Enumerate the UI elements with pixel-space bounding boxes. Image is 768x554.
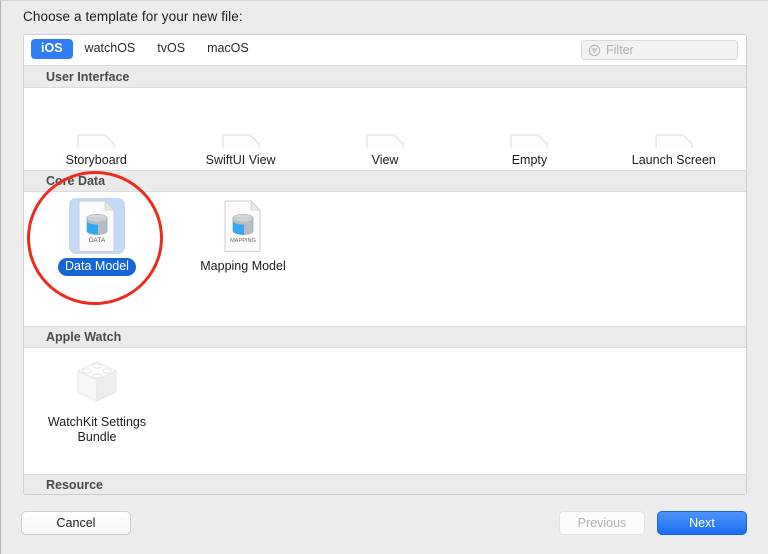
template-item-label: Data Model: [58, 258, 136, 276]
launch-screen-document-icon: [646, 134, 702, 148]
next-button[interactable]: Next: [657, 511, 747, 535]
template-row-core-data: DATA Data Model MAPPING Mapping Model: [24, 192, 746, 326]
platform-tab-bar: iOS watchOS tvOS macOS: [31, 39, 259, 59]
template-item-watchkit-settings-bundle[interactable]: WatchKit Settings Bundle: [24, 354, 170, 474]
mapping-model-badge-text: MAPPING: [230, 238, 256, 244]
section-header-apple-watch: Apple Watch: [24, 326, 746, 348]
template-item-label: WatchKit Settings Bundle: [47, 415, 147, 444]
mapping-model-document-icon: MAPPING: [215, 198, 271, 254]
page-title: Choose a template for your new file:: [23, 9, 243, 24]
template-item-view[interactable]: View: [313, 134, 457, 170]
watchkit-settings-bundle-icon: [69, 354, 125, 410]
storyboard-document-icon: [68, 134, 124, 148]
template-item-mapping-model[interactable]: MAPPING Mapping Model: [170, 198, 316, 326]
swiftui-view-document-icon: [213, 134, 269, 148]
template-item-label: SwiftUI View: [205, 153, 276, 167]
tab-watchos[interactable]: watchOS: [75, 39, 146, 59]
view-document-icon: [357, 134, 413, 148]
template-item-label: View: [371, 153, 399, 167]
tab-macos[interactable]: macOS: [197, 39, 259, 59]
template-item-label: Mapping Model: [200, 259, 286, 273]
section-header-user-interface: User Interface: [24, 66, 746, 88]
new-file-template-dialog: Choose a template for your new file: iOS…: [0, 0, 768, 554]
template-item-label: Storyboard: [65, 153, 127, 167]
filter-placeholder: Filter: [606, 43, 634, 57]
template-row-user-interface: Storyboard SwiftUI View View Empty Launc…: [24, 88, 746, 170]
template-chooser-panel: iOS watchOS tvOS macOS Filter User Inter…: [23, 34, 747, 495]
previous-button[interactable]: Previous: [559, 511, 645, 535]
data-model-badge-text: DATA: [89, 237, 106, 244]
template-item-empty[interactable]: Empty: [457, 134, 601, 170]
tab-tvos[interactable]: tvOS: [147, 39, 195, 59]
template-item-label: Empty: [511, 153, 548, 167]
template-row-apple-watch: WatchKit Settings Bundle: [24, 348, 746, 474]
template-item-label: Launch Screen: [631, 153, 716, 167]
template-scroll-area[interactable]: User Interface Storyboard SwiftUI View V…: [24, 66, 746, 494]
template-item-swiftui-view[interactable]: SwiftUI View: [168, 134, 312, 170]
template-item-data-model[interactable]: DATA Data Model: [24, 198, 170, 326]
data-model-document-icon: DATA: [69, 198, 125, 254]
section-header-resource: Resource: [24, 474, 746, 494]
platform-toolbar: iOS watchOS tvOS macOS Filter: [24, 35, 746, 66]
filter-icon: [588, 44, 601, 56]
cancel-button[interactable]: Cancel: [21, 511, 131, 535]
template-item-storyboard[interactable]: Storyboard: [24, 134, 168, 170]
template-item-launch-screen[interactable]: Launch Screen: [602, 134, 746, 170]
filter-input[interactable]: Filter: [581, 40, 738, 60]
empty-document-icon: [501, 134, 557, 148]
section-header-core-data: Core Data: [24, 170, 746, 192]
tab-ios[interactable]: iOS: [31, 39, 73, 59]
